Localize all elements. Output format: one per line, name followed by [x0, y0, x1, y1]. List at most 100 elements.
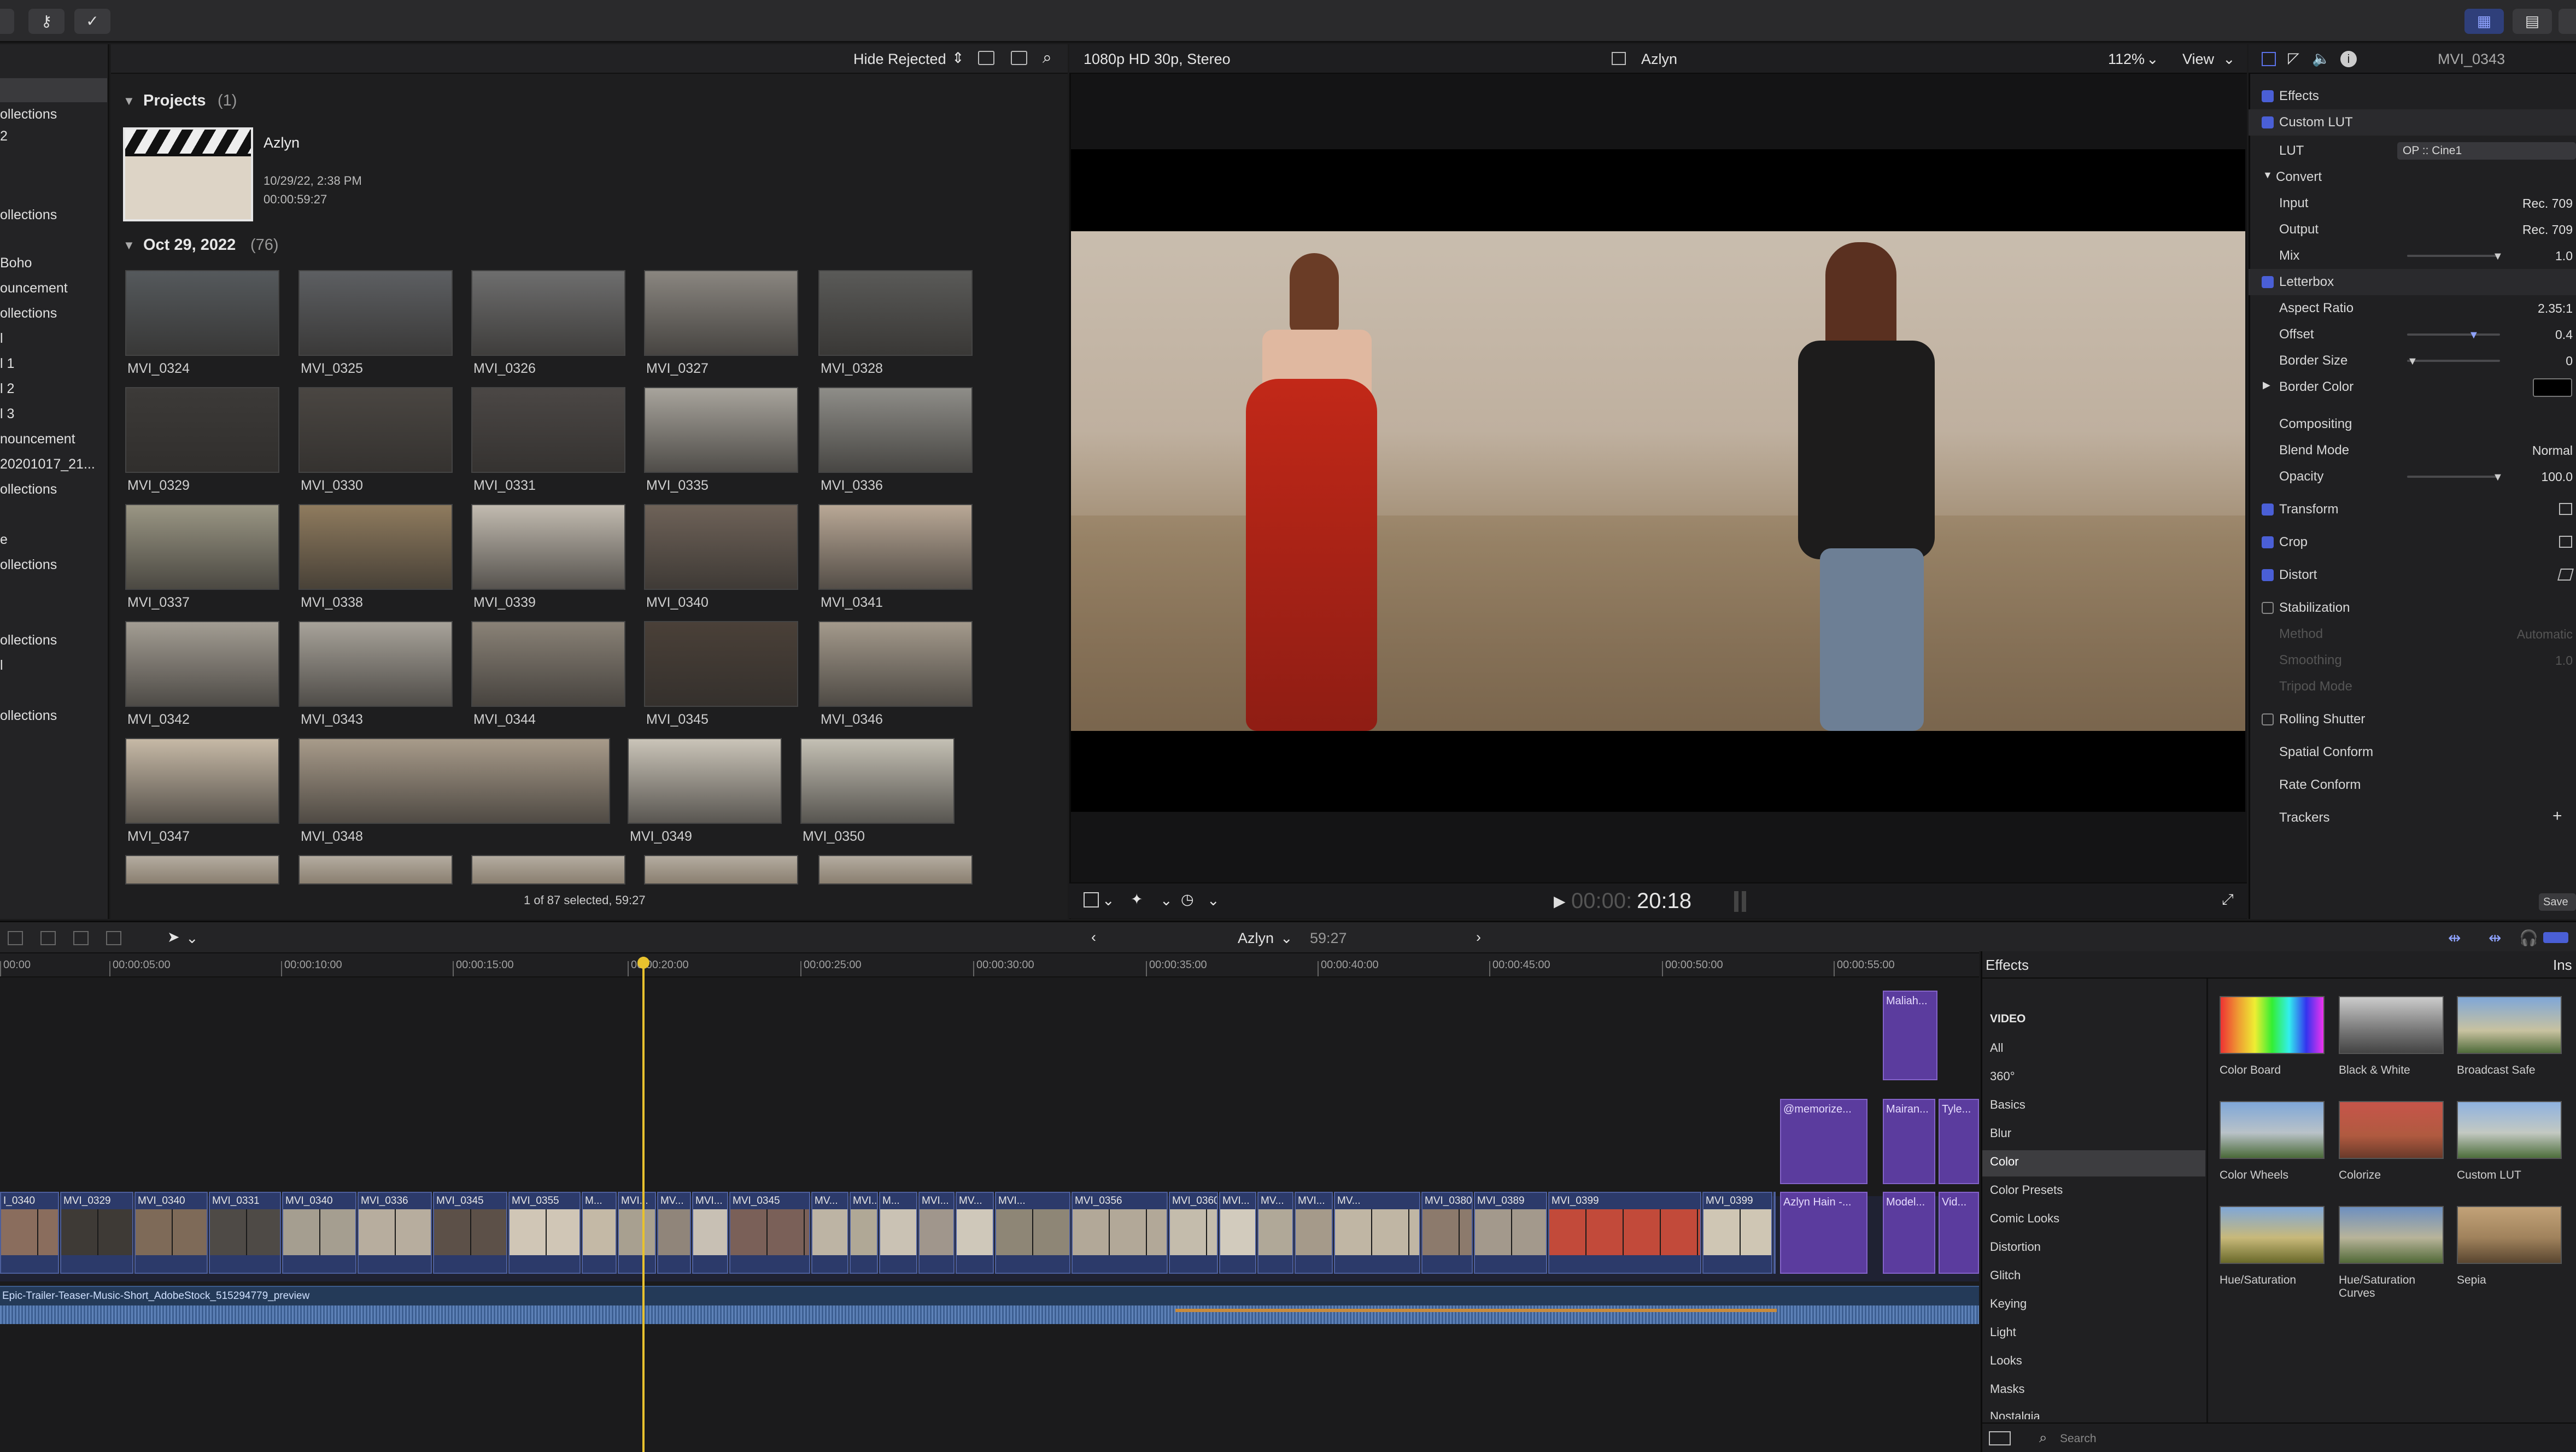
opacity-slider[interactable] — [2407, 476, 2500, 478]
effect-thumbnail[interactable] — [2339, 1101, 2444, 1159]
connected-clip[interactable]: Vid... — [1939, 1192, 1979, 1274]
connected-clip[interactable]: Maliah... — [1883, 991, 1937, 1080]
effects-category[interactable]: Keying — [1990, 1297, 2027, 1311]
clip-name[interactable]: MVI_0324 — [127, 361, 190, 377]
disclosure-triangle-icon[interactable]: ▶ — [2263, 379, 2270, 391]
stabilization-row[interactable]: Stabilization — [2249, 595, 2576, 621]
timeline-clip[interactable]: MVI... — [850, 1192, 878, 1274]
timeline-clip[interactable]: MVI... — [692, 1192, 728, 1274]
effect-thumbnail[interactable] — [2220, 996, 2325, 1054]
color-inspector-icon[interactable]: ◸ — [2288, 50, 2299, 67]
snapping-icon[interactable] — [2543, 932, 2568, 943]
chevron-down-icon[interactable]: ⌄ — [2146, 51, 2159, 68]
timecode[interactable]: 20:18 — [1637, 889, 1691, 914]
clip-thumbnail[interactable] — [471, 387, 625, 473]
append-clip-icon[interactable] — [73, 931, 89, 945]
back-arrow-icon[interactable]: ‹ — [1091, 929, 1096, 946]
effects-category[interactable]: Comic Looks — [1990, 1211, 2059, 1226]
clip-thumbnail[interactable] — [818, 387, 973, 473]
timeline-layout-button[interactable]: ▤ — [2513, 9, 2552, 34]
clip-thumbnail[interactable] — [644, 855, 798, 885]
chevron-down-icon[interactable]: ⌄ — [1280, 930, 1293, 947]
sidebar-selected-row[interactable] — [0, 78, 107, 102]
timeline-clip[interactable]: MV... — [956, 1192, 994, 1274]
playhead-handle[interactable] — [637, 957, 649, 969]
forward-arrow-icon[interactable]: › — [1476, 929, 1481, 946]
connected-clip[interactable]: Mairan... — [1883, 1099, 1935, 1184]
distort-overlay-icon[interactable] — [2557, 569, 2574, 581]
import-button[interactable] — [0, 9, 14, 34]
chevron-updown-icon[interactable]: ⇕ — [952, 50, 964, 67]
clip-name[interactable]: MVI_0350 — [803, 829, 865, 845]
timeline-clip[interactable]: MVI_0340 — [282, 1192, 356, 1274]
clip-thumbnail[interactable] — [818, 504, 973, 590]
clip-name[interactable]: MVI_0331 — [473, 478, 536, 494]
clip-name[interactable]: MVI_0339 — [473, 595, 536, 611]
chevron-down-icon[interactable]: ⌄ — [186, 930, 198, 947]
info-icon[interactable]: i — [2340, 51, 2357, 67]
input-value[interactable]: Rec. 709 — [2522, 196, 2573, 211]
letterbox-checkbox[interactable] — [2262, 276, 2274, 288]
clip-name[interactable]: MVI_0336 — [821, 478, 883, 494]
convert-row[interactable]: ▼ Convert — [2249, 164, 2576, 190]
trackers-row[interactable]: Trackers + — [2249, 805, 2576, 831]
distort-row[interactable]: Distort — [2249, 562, 2576, 588]
timeline-clip[interactable]: I_0340 — [0, 1192, 59, 1274]
clip-thumbnail[interactable] — [125, 738, 279, 824]
insert-clip-icon[interactable] — [40, 931, 56, 945]
timeline-clip[interactable]: M... — [582, 1192, 617, 1274]
timeline-clip[interactable]: MVI_0355 — [508, 1192, 581, 1274]
opacity-value[interactable]: 100.0 — [2541, 470, 2573, 484]
video-canvas[interactable] — [1071, 149, 2245, 812]
zoom-popup[interactable]: 112% — [2108, 51, 2145, 68]
rolling-shutter-row[interactable]: Rolling Shutter — [2249, 706, 2576, 733]
clip-name[interactable]: MVI_0335 — [646, 478, 709, 494]
sidebar-item[interactable] — [0, 502, 107, 527]
border-color-well[interactable] — [2533, 378, 2572, 397]
effect-thumbnail[interactable] — [2457, 996, 2562, 1054]
timeline-clip[interactable]: MVI_0401 — [1773, 1192, 1776, 1274]
offset-value[interactable]: 0.4 — [2555, 327, 2573, 342]
chevron-down-icon[interactable]: ⌄ — [2223, 51, 2235, 68]
transform-tool-icon[interactable] — [1084, 892, 1099, 908]
effects-category[interactable]: Glitch — [1990, 1268, 2021, 1283]
crop-overlay-icon[interactable] — [2559, 536, 2572, 548]
effects-category[interactable]: Looks — [1990, 1354, 2022, 1368]
audio-clip[interactable]: Epic-Trailer-Teaser-Music-Short_AdobeSto… — [0, 1286, 1979, 1324]
blend-popup[interactable]: Normal — [2532, 443, 2573, 458]
slider-knob-icon[interactable]: ▼ — [2468, 329, 2479, 342]
timeline-clip[interactable]: MVI_0399 — [1548, 1192, 1701, 1274]
timeline-clip[interactable]: MV... — [1334, 1192, 1420, 1274]
crop-row[interactable]: Crop — [2249, 529, 2576, 555]
clip-name[interactable]: MVI_0328 — [821, 361, 883, 377]
clip-thumbnail[interactable] — [125, 504, 279, 590]
clip-thumbnail[interactable] — [298, 504, 453, 590]
headphones-icon[interactable]: 🎧 — [2519, 929, 2538, 947]
sidebar-item[interactable]: e — [0, 527, 107, 552]
speed-gauge-icon[interactable]: ◷ — [1181, 891, 1194, 908]
timeline-clip[interactable]: MVI_0360 — [1169, 1192, 1218, 1274]
effects-category[interactable]: Basics — [1990, 1098, 2025, 1112]
clip-thumbnail[interactable] — [471, 504, 625, 590]
effects-category[interactable]: Light — [1990, 1325, 2016, 1339]
timeline-clip[interactable]: MV... — [657, 1192, 691, 1274]
clip-name[interactable]: MVI_0348 — [301, 829, 363, 845]
clip-thumbnail[interactable] — [125, 621, 279, 707]
project-name[interactable]: Azlyn — [264, 134, 300, 151]
sidebar-item[interactable]: l 1 — [0, 351, 107, 376]
clip-thumbnail[interactable] — [471, 270, 625, 356]
clip-thumbnail[interactable] — [298, 738, 610, 824]
sidebar-item[interactable]: l 3 — [0, 401, 107, 426]
border-size-value[interactable]: 0 — [2566, 354, 2573, 368]
clip-name[interactable]: MVI_0342 — [127, 712, 190, 728]
inspector-layout-button[interactable] — [2559, 9, 2576, 34]
clip-thumbnail[interactable] — [818, 621, 973, 707]
distort-checkbox[interactable] — [2262, 569, 2274, 581]
timeline-clip[interactable]: MVI_0380 — [1421, 1192, 1473, 1274]
clip-thumbnail[interactable] — [818, 270, 973, 356]
sidebar-item[interactable]: ollections — [0, 301, 107, 326]
clip-name[interactable]: MVI_0346 — [821, 712, 883, 728]
effects-category[interactable]: All — [1990, 1041, 2003, 1055]
clip-thumbnail[interactable] — [298, 387, 453, 473]
speaker-icon[interactable]: 🔈 — [2312, 50, 2331, 67]
